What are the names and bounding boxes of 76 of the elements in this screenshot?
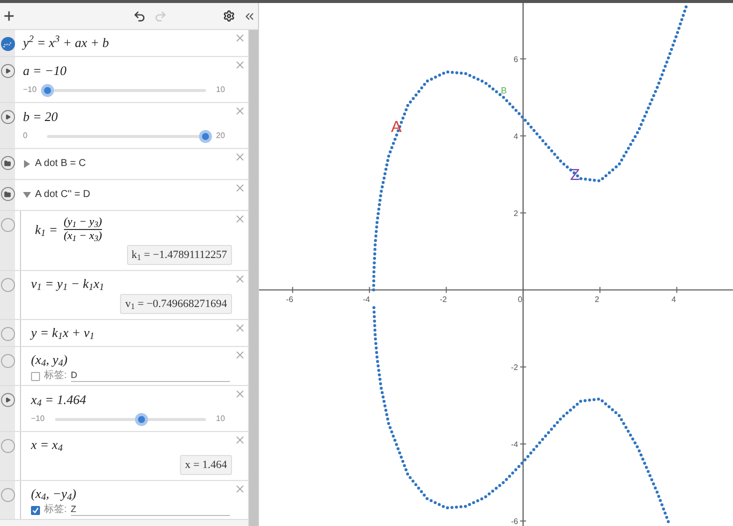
- delete-icon[interactable]: [234, 151, 246, 163]
- label-caption: 标签:: [44, 370, 67, 382]
- tick-label: 0: [518, 294, 522, 304]
- math-expression: y = k$_{1}$x + v$_{1}$: [31, 325, 96, 341]
- point-label: A: [391, 119, 402, 136]
- math-expression: k$_{1}$ =: [35, 222, 58, 238]
- fraction-denominator: (x$_{1}$ − x$_{3}$): [64, 230, 102, 243]
- label-input[interactable]: Z: [70, 504, 230, 516]
- tick-label: -2: [510, 362, 518, 372]
- delete-icon[interactable]: [234, 322, 246, 334]
- tick-label: 4: [514, 132, 518, 141]
- play-icon[interactable]: [0, 393, 14, 407]
- slider-thumb[interactable]: [41, 84, 54, 96]
- delete-icon[interactable]: [234, 273, 246, 285]
- tick-label: -6: [286, 294, 294, 304]
- slider-thumb[interactable]: [199, 130, 212, 142]
- tick-label: 4: [672, 294, 676, 304]
- hide-toggle-icon[interactable]: [0, 488, 14, 502]
- delete-icon[interactable]: [234, 59, 246, 71]
- folder-icon[interactable]: [0, 187, 14, 201]
- point-label: B: [500, 86, 507, 96]
- math-expression: (x$_{4}$, y$_{4}$): [31, 352, 68, 368]
- math-expression: y$^{2}$ = x$^{3}$ + ax + b: [23, 35, 110, 51]
- caret-icon[interactable]: [23, 160, 31, 168]
- slider-max: 10: [216, 84, 226, 96]
- slider-min: 0: [23, 130, 28, 142]
- slider-thumb[interactable]: [134, 412, 148, 426]
- delete-icon[interactable]: [234, 32, 246, 44]
- math-expression: a = −10: [23, 63, 68, 79]
- play-icon[interactable]: [0, 110, 14, 124]
- tick-label: 6: [514, 54, 518, 64]
- delete-icon[interactable]: [234, 105, 246, 117]
- folder-title: A dot C'' = D: [35, 188, 90, 202]
- curve-icon[interactable]: [0, 37, 14, 51]
- tick-label: -2: [440, 294, 447, 304]
- scrollbar[interactable]: [248, 30, 258, 526]
- folder-title: A dot B = C: [35, 157, 86, 171]
- math-expression: b = 20: [23, 109, 59, 125]
- settings-icon[interactable]: [223, 10, 235, 22]
- slider-max: 20: [216, 130, 226, 142]
- math-expression: x = x$_{4}$: [31, 437, 64, 453]
- label-checkbox[interactable]: [31, 372, 40, 380]
- delete-icon[interactable]: [234, 349, 246, 361]
- math-expression: v$_{1}$ = y$_{1}$ − k$_{1}$x$_{1}$: [31, 276, 106, 292]
- delete-icon[interactable]: [234, 182, 246, 194]
- slider-min: −10: [23, 84, 37, 96]
- fraction-numerator: (y$_{1}$ − y$_{3}$): [64, 216, 102, 229]
- result-value: k$_{1}$ = −1.47891112257: [126, 245, 232, 265]
- hide-toggle-icon[interactable]: [0, 327, 14, 341]
- tick-label: 2: [594, 294, 600, 304]
- tick-label: -4: [362, 294, 370, 304]
- undo-icon[interactable]: [132, 10, 146, 22]
- hide-toggle-icon[interactable]: [0, 354, 14, 368]
- label-input[interactable]: D: [70, 370, 230, 382]
- slider-min: −10: [31, 413, 45, 425]
- result-value: x = 1.464: [180, 455, 232, 475]
- math-expression: (x$_{4}$, −y$_{4}$): [31, 486, 78, 502]
- result-value: v$_{1}$ = −0.749668271694: [120, 294, 232, 314]
- tick-label: 2: [514, 208, 518, 218]
- delete-icon[interactable]: [234, 483, 246, 495]
- play-icon[interactable]: [0, 64, 14, 78]
- math-expression: x$_{4}$ = 1.464: [31, 392, 88, 408]
- delete-icon[interactable]: [234, 388, 246, 400]
- label-checkbox[interactable]: [31, 506, 40, 514]
- slider-max: 10: [216, 413, 226, 425]
- label-caption: 标签:: [44, 504, 67, 516]
- delete-icon[interactable]: [234, 434, 246, 446]
- tick-label: -6: [510, 517, 518, 526]
- delete-icon[interactable]: [234, 213, 246, 225]
- caret-icon[interactable]: [23, 191, 31, 199]
- hide-toggle-icon[interactable]: [0, 439, 14, 453]
- hide-toggle-icon[interactable]: [0, 218, 14, 232]
- folder-icon[interactable]: [0, 156, 14, 170]
- hide-toggle-icon[interactable]: [0, 278, 14, 292]
- tick-label: -4: [510, 440, 518, 449]
- add-icon[interactable]: [2, 9, 16, 23]
